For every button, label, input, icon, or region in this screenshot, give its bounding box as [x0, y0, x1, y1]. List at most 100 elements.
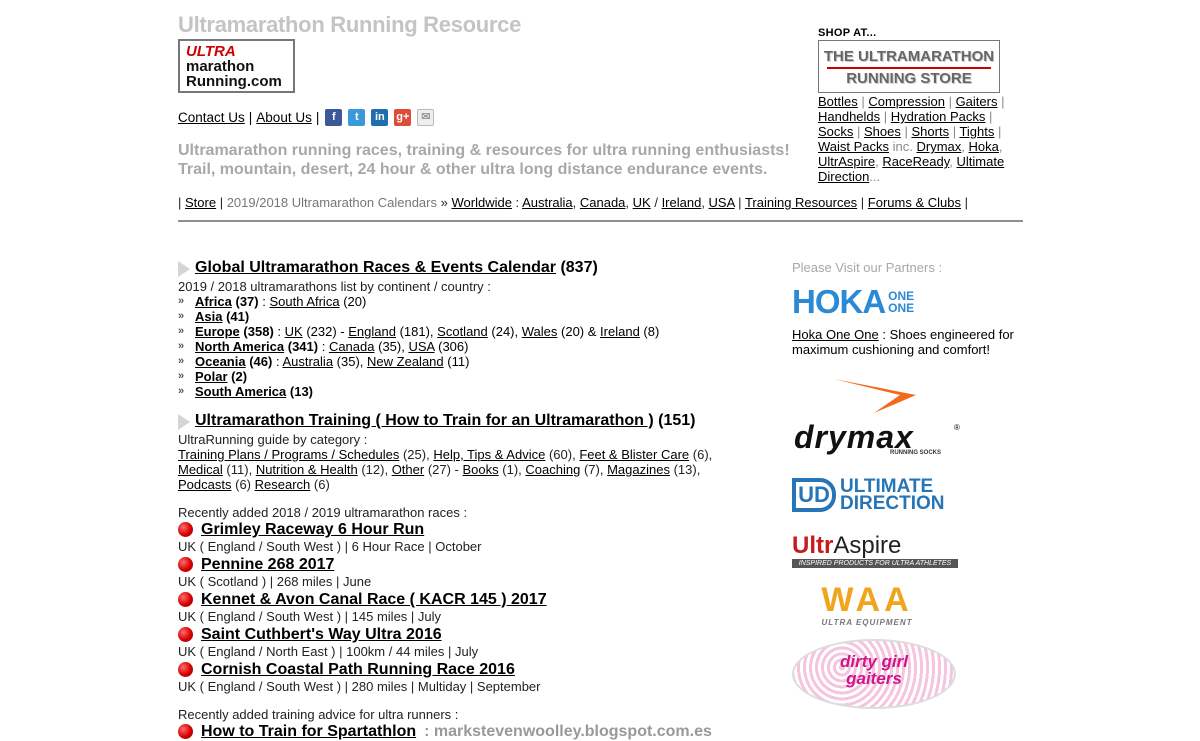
shop-links: Bottles | Compression | Gaiters | Handhe… — [818, 94, 1005, 184]
continent-oceania[interactable]: Oceania — [195, 354, 246, 369]
training-cat-research[interactable]: Research — [255, 477, 311, 492]
drymax-logo[interactable]: drymax ® RUNNING SOCKS — [792, 373, 967, 457]
shop-brand-ultraspire[interactable]: UltrAspire — [818, 154, 875, 169]
email-icon[interactable]: ✉ — [417, 109, 435, 126]
ultraspire-logo[interactable]: UltrAspire INSPIRED PRODUCTS FOR ULTRA A… — [792, 533, 958, 568]
training-cat-plans[interactable]: Training Plans / Programs / Schedules — [178, 447, 399, 462]
race-title: Pennine 268 2017 — [178, 555, 778, 574]
calendar-subtitle: 2019 / 2018 ultramarathons list by conti… — [178, 279, 491, 294]
ultimate-direction-logo[interactable]: UD ULTIMATE DIRECTION — [792, 475, 1027, 515]
linkedin-icon[interactable]: in — [371, 109, 389, 126]
training-cat-feet[interactable]: Feet & Blister Care — [579, 447, 689, 462]
hoka-logo-one: ONE ONE — [888, 290, 914, 314]
race-meta: UK ( England / South West ) | 280 miles … — [178, 679, 541, 694]
training-cat-help[interactable]: Help, Tips & Advice — [433, 447, 545, 462]
list-item: » North America (341) : Canada (35), USA… — [178, 339, 469, 354]
cat-count: (25), — [402, 447, 430, 462]
continent-africa[interactable]: Africa — [195, 294, 232, 309]
double-chevron-icon: » — [178, 340, 185, 352]
country-link[interactable]: Wales — [522, 324, 558, 339]
shop-link-shorts[interactable]: Shorts — [912, 124, 950, 139]
race-link[interactable]: Kennet & Avon Canal Race ( KACR 145 ) 20… — [201, 590, 547, 609]
training-cat-books[interactable]: Books — [463, 462, 499, 477]
country-link[interactable]: USA — [408, 339, 434, 354]
nav-australia[interactable]: Australia — [522, 195, 573, 210]
training-cat-other[interactable]: Other — [392, 462, 425, 477]
race-link[interactable]: Pennine 268 2017 — [201, 555, 334, 574]
country-link[interactable]: Scotland — [437, 324, 488, 339]
store-logo[interactable]: THE ULTRAMARATHON RUNNING STORE — [818, 40, 1000, 93]
country-link[interactable]: UK — [285, 324, 303, 339]
nav-uk[interactable]: UK — [633, 195, 651, 210]
dgg-line2: gaiters — [846, 669, 902, 688]
shop-link-socks[interactable]: Socks — [818, 124, 853, 139]
hoka-link[interactable]: Hoka One One — [792, 327, 879, 342]
shop-link-handhelds[interactable]: Handhelds — [818, 109, 880, 124]
calendar-title-link[interactable]: Global Ultramarathon Races & Events Cale… — [195, 259, 556, 277]
continent-asia[interactable]: Asia — [195, 309, 222, 324]
nav-training[interactable]: Training Resources — [745, 195, 857, 210]
country-link[interactable]: Canada — [329, 339, 375, 354]
list-item: » South America (13) — [178, 384, 778, 399]
cat-count: (6) — [235, 477, 251, 492]
shop-link-hydration-packs[interactable]: Hydration Packs — [891, 109, 986, 124]
continent-count: (358) — [243, 324, 274, 339]
shop-link-shoes[interactable]: Shoes — [864, 124, 901, 139]
shop-link-gaiters[interactable]: Gaiters — [956, 94, 998, 109]
continent-north-america[interactable]: North America — [195, 339, 284, 354]
continent-polar[interactable]: Polar — [195, 369, 228, 384]
country-link[interactable]: Australia — [282, 354, 333, 369]
shop-brand-raceready[interactable]: RaceReady — [882, 154, 949, 169]
shop-link-bottles[interactable]: Bottles — [818, 94, 858, 109]
training-cat-magazines[interactable]: Magazines — [607, 462, 670, 477]
partners-heading: Please Visit our Partners : — [792, 260, 943, 275]
training-cat-nutrition[interactable]: Nutrition & Health — [256, 462, 358, 477]
shop-link-waist-packs[interactable]: Waist Packs — [818, 139, 889, 154]
country-link[interactable]: South Africa — [269, 294, 339, 309]
list-item: » Polar (2) — [178, 369, 778, 384]
advice-link[interactable]: How to Train for Spartathlon — [201, 722, 416, 741]
twitter-icon[interactable]: t — [348, 109, 366, 126]
training-categories: Training Plans / Programs / Schedules (2… — [178, 447, 778, 492]
nav-ireland[interactable]: Ireland — [662, 195, 702, 210]
calendar-section-title: Global Ultramarathon Races & Events Cale… — [178, 259, 778, 277]
race-link[interactable]: Grimley Raceway 6 Hour Run — [201, 520, 424, 539]
logo-line-ultra: ULTRA — [186, 43, 236, 60]
country-count: (24), — [491, 324, 519, 339]
continent-europe[interactable]: Europe — [195, 324, 240, 339]
race-link[interactable]: Saint Cuthbert's Way Ultra 2016 — [201, 625, 442, 644]
site-logo[interactable]: ULTRA marathon Running.com — [178, 39, 295, 93]
training-title-link[interactable]: Ultramarathon Training ( How to Train fo… — [195, 412, 654, 430]
arrow-icon — [178, 261, 190, 277]
shop-link-compression[interactable]: Compression — [868, 94, 945, 109]
race-link[interactable]: Cornish Coastal Path Running Race 2016 — [201, 660, 515, 679]
training-cat-medical[interactable]: Medical — [178, 462, 223, 477]
about-us-link[interactable]: About Us — [256, 110, 312, 125]
cat-count: (60), — [548, 447, 576, 462]
list-item: » Africa (37) : South Africa (20) — [178, 294, 367, 309]
dirty-girl-gaiters-logo[interactable]: dirty girl gaiters — [792, 639, 956, 709]
continent-south-america[interactable]: South America — [195, 384, 286, 399]
nav-worldwide[interactable]: Worldwide — [451, 195, 511, 210]
nav-usa[interactable]: USA — [709, 195, 735, 210]
shop-brand-hoka[interactable]: Hoka — [969, 139, 999, 154]
nav-store[interactable]: Store — [185, 195, 216, 210]
race-meta: UK ( England / South West ) | 6 Hour Rac… — [178, 539, 482, 554]
shop-link-tights[interactable]: Tights — [959, 124, 994, 139]
facebook-icon[interactable]: f — [325, 109, 343, 126]
nav-forums[interactable]: Forums & Clubs — [868, 195, 961, 210]
contact-us-link[interactable]: Contact Us — [178, 110, 245, 125]
google-plus-icon[interactable]: g+ — [394, 109, 412, 126]
hoka-logo[interactable]: HOKA ONE ONE — [792, 283, 1027, 321]
nav-canada[interactable]: Canada — [580, 195, 626, 210]
continent-count: (46) — [249, 354, 273, 369]
hoka-logo-word: HOKA — [792, 283, 886, 320]
training-cat-podcasts[interactable]: Podcasts — [178, 477, 231, 492]
country-link[interactable]: New Zealand — [367, 354, 444, 369]
list-item: » Asia (41) — [178, 309, 778, 324]
country-link[interactable]: England — [348, 324, 396, 339]
country-link[interactable]: Ireland — [600, 324, 640, 339]
waa-logo[interactable]: WAA ULTRA EQUIPMENT — [792, 582, 942, 627]
shop-brand-drymax[interactable]: Drymax — [917, 139, 962, 154]
training-cat-coaching[interactable]: Coaching — [525, 462, 580, 477]
